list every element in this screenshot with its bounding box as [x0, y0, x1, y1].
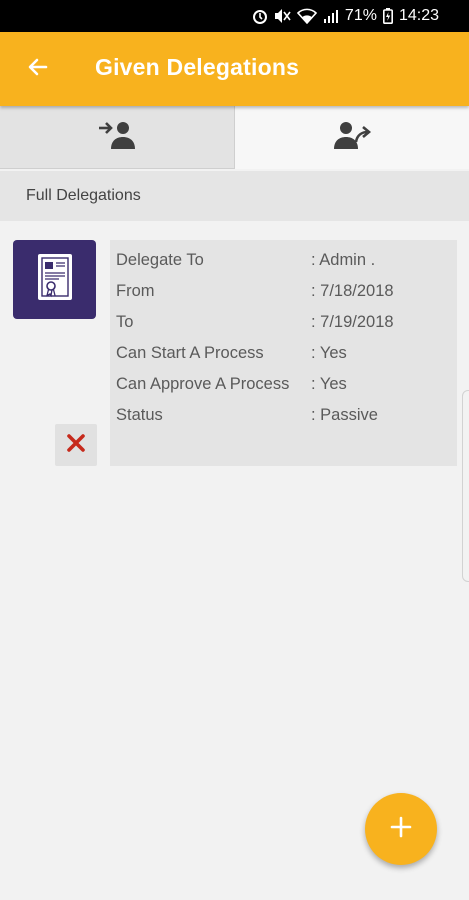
plus-icon	[390, 816, 412, 843]
delete-delegation-button[interactable]	[55, 424, 97, 466]
back-button[interactable]	[18, 49, 58, 89]
tab-bar	[0, 106, 469, 169]
clock: 14:23	[398, 7, 439, 24]
add-delegation-button[interactable]	[365, 793, 437, 865]
detail-label: From	[116, 282, 155, 300]
detail-row-can-start-process: Can Start A Process : Yes	[116, 344, 451, 368]
detail-label: Can Start A Process	[116, 344, 264, 362]
certificate-document-icon	[35, 252, 75, 307]
detail-row-can-approve-process: Can Approve A Process : Yes	[116, 375, 451, 399]
mute-icon	[273, 8, 291, 24]
detail-label: To	[116, 313, 134, 331]
arrow-left-icon	[26, 55, 50, 84]
edge-scroll-handle[interactable]	[462, 390, 469, 582]
detail-value: : 7/18/2018	[311, 282, 394, 300]
detail-label: Delegate To	[116, 251, 204, 269]
incoming-user-icon	[97, 120, 137, 155]
detail-value: : Passive	[311, 406, 378, 424]
status-bar: 71% 14:23	[0, 0, 469, 32]
tab-given-delegations[interactable]	[235, 106, 469, 169]
wifi-icon	[296, 8, 317, 24]
delegation-thumbnail[interactable]	[13, 240, 96, 319]
detail-value: : Admin .	[311, 251, 376, 269]
signal-icon	[323, 8, 339, 24]
detail-label: Can Approve A Process	[116, 375, 290, 393]
alarm-icon	[252, 8, 267, 24]
delegation-details[interactable]: Delegate To : Admin . From : 7/18/2018 T…	[110, 240, 457, 466]
battery-percent: 71%	[344, 7, 377, 24]
detail-value: : Yes	[311, 344, 347, 362]
detail-label: Status	[116, 406, 163, 424]
detail-row-from: From : 7/18/2018	[116, 282, 451, 306]
app-bar: Given Delegations	[0, 32, 469, 106]
detail-row-delegate-to: Delegate To : Admin .	[116, 251, 451, 275]
detail-value: : 7/19/2018	[311, 313, 394, 331]
detail-value: : Yes	[311, 375, 347, 393]
battery-icon	[382, 8, 393, 24]
tab-received-delegations[interactable]	[0, 106, 235, 169]
close-x-icon	[66, 433, 86, 458]
detail-row-to: To : 7/19/2018	[116, 313, 451, 337]
page-title: Given Delegations	[95, 54, 300, 80]
section-header: Full Delegations	[0, 171, 469, 221]
outgoing-user-icon	[332, 120, 372, 155]
section-title: Full Delegations	[26, 187, 141, 204]
detail-row-status: Status : Passive	[116, 406, 451, 430]
